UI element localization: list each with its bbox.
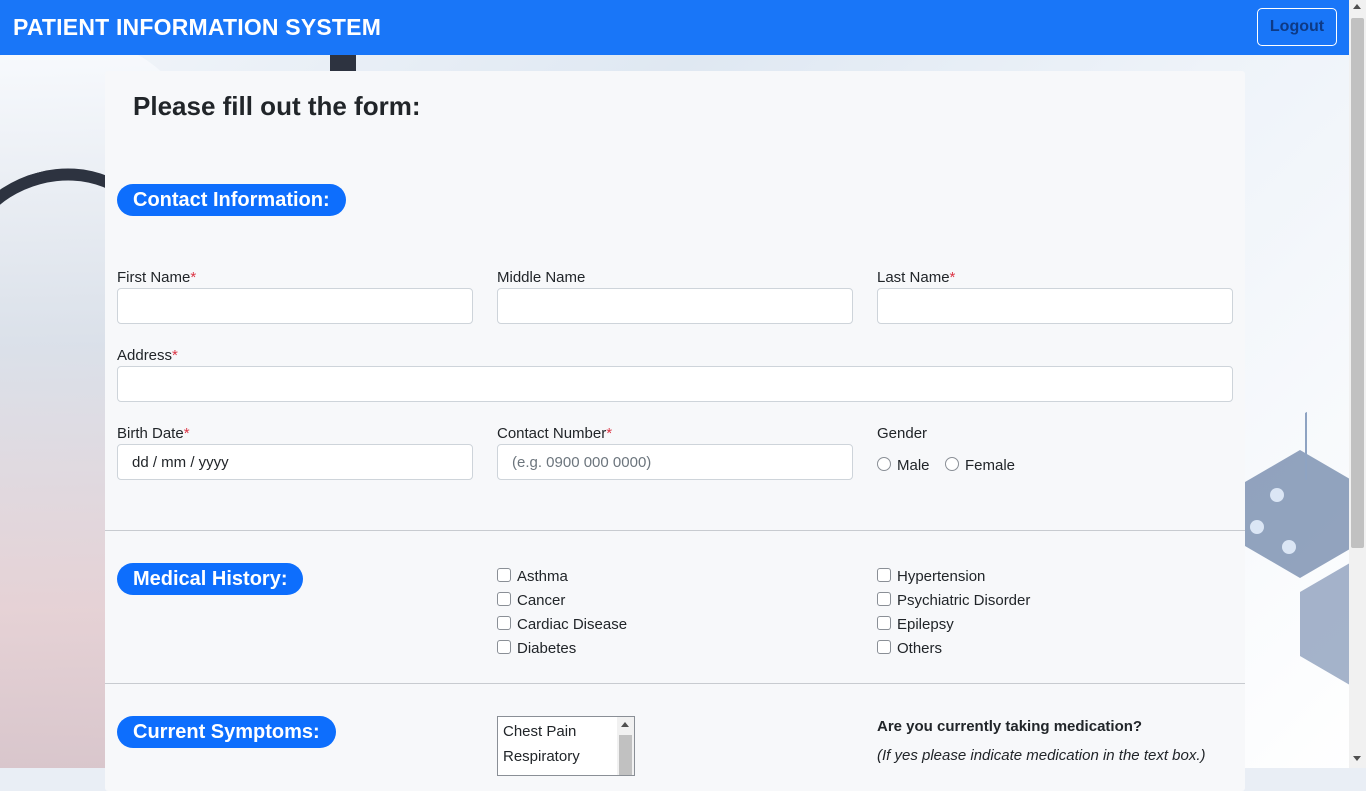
middle-name-label: Middle Name xyxy=(497,269,586,286)
app-title: PATIENT INFORMATION SYSTEM xyxy=(13,14,382,40)
gender-female-radio[interactable] xyxy=(945,457,959,471)
scroll-up-icon[interactable] xyxy=(621,722,629,727)
scroll-up-icon[interactable] xyxy=(1353,4,1361,9)
symptom-option[interactable]: Chest Pain xyxy=(503,723,576,740)
birth-date-label: Birth Date* xyxy=(117,425,190,442)
molecule-dot xyxy=(1282,540,1296,554)
page-scrollbar[interactable] xyxy=(1349,0,1366,768)
birth-date-value: dd / mm / yyyy xyxy=(132,453,229,471)
contact-number-placeholder: (e.g. 0900 000 0000) xyxy=(512,453,652,471)
contact-information-heading: Contact Information: xyxy=(117,184,346,216)
birth-date-input[interactable]: dd / mm / yyyy xyxy=(117,444,473,480)
first-name-input[interactable] xyxy=(117,288,473,324)
medication-hint: (If yes please indicate medication in th… xyxy=(877,747,1206,764)
asthma-label: Asthma xyxy=(517,568,568,585)
gender-female-label: Female xyxy=(965,457,1016,474)
hypertension-checkbox[interactable] xyxy=(877,568,891,582)
molecule-dot xyxy=(1270,488,1284,502)
symptoms-listbox[interactable]: Chest Pain Respiratory xyxy=(497,716,635,776)
top-navbar: PATIENT INFORMATION SYSTEM Logout xyxy=(0,0,1349,55)
scroll-down-icon[interactable] xyxy=(1353,756,1361,761)
required-marker: * xyxy=(172,347,178,364)
middle-name-input[interactable] xyxy=(497,288,853,324)
contact-number-label-text: Contact Number xyxy=(497,425,607,442)
last-name-input[interactable] xyxy=(877,288,1233,324)
logout-button[interactable]: Logout xyxy=(1257,8,1337,46)
cardiac-disease-label: Cardiac Disease xyxy=(517,616,628,633)
address-label-text: Address xyxy=(117,347,173,364)
birth-date-label-text: Birth Date xyxy=(117,425,184,442)
medication-question: Are you currently taking medication? xyxy=(877,718,1143,735)
section-divider xyxy=(105,530,1245,531)
first-name-label-text: First Name xyxy=(117,269,191,286)
gender-label: Gender xyxy=(877,425,928,442)
cardiac-disease-checkbox[interactable] xyxy=(497,616,511,630)
psychiatric-disorder-label: Psychiatric Disorder xyxy=(897,592,1031,609)
psychiatric-disorder-checkbox[interactable] xyxy=(877,592,891,606)
last-name-label: Last Name* xyxy=(877,269,955,286)
current-symptoms-heading: Current Symptoms: xyxy=(117,716,336,748)
required-marker: * xyxy=(190,269,197,286)
epilepsy-label: Epilepsy xyxy=(897,616,954,633)
epilepsy-checkbox[interactable] xyxy=(877,616,891,630)
molecule-dot xyxy=(1250,520,1264,534)
cancer-label: Cancer xyxy=(517,592,566,609)
required-marker: * xyxy=(606,425,613,442)
listbox-scrollbar[interactable] xyxy=(617,717,634,775)
medical-history-heading: Medical History: xyxy=(117,563,304,595)
symptom-option[interactable]: Respiratory xyxy=(503,748,580,765)
form-card: Please fill out the form: Contact Inform… xyxy=(105,71,1245,791)
contact-number-input[interactable]: (e.g. 0900 000 0000) xyxy=(497,444,853,480)
diabetes-label: Diabetes xyxy=(517,640,577,657)
contact-number-label: Contact Number* xyxy=(497,425,612,442)
others-checkbox[interactable] xyxy=(877,640,891,654)
gender-male-radio[interactable] xyxy=(877,457,891,471)
form-title: Please fill out the form: xyxy=(133,91,421,121)
hypertension-label: Hypertension xyxy=(897,568,986,585)
first-name-label: First Name* xyxy=(117,269,196,286)
address-input[interactable] xyxy=(117,366,1233,402)
scrollbar-thumb[interactable] xyxy=(1351,18,1364,548)
listbox-scrollbar-thumb[interactable] xyxy=(619,735,632,775)
gender-male-label: Male xyxy=(897,457,930,474)
diabetes-checkbox[interactable] xyxy=(497,640,511,654)
cancer-checkbox[interactable] xyxy=(497,592,511,606)
section-divider xyxy=(105,683,1245,684)
others-label: Others xyxy=(897,640,943,657)
address-label: Address* xyxy=(117,347,178,364)
required-marker: * xyxy=(183,425,190,442)
required-marker: * xyxy=(949,269,956,286)
last-name-label-text: Last Name xyxy=(877,269,950,286)
asthma-checkbox[interactable] xyxy=(497,568,511,582)
